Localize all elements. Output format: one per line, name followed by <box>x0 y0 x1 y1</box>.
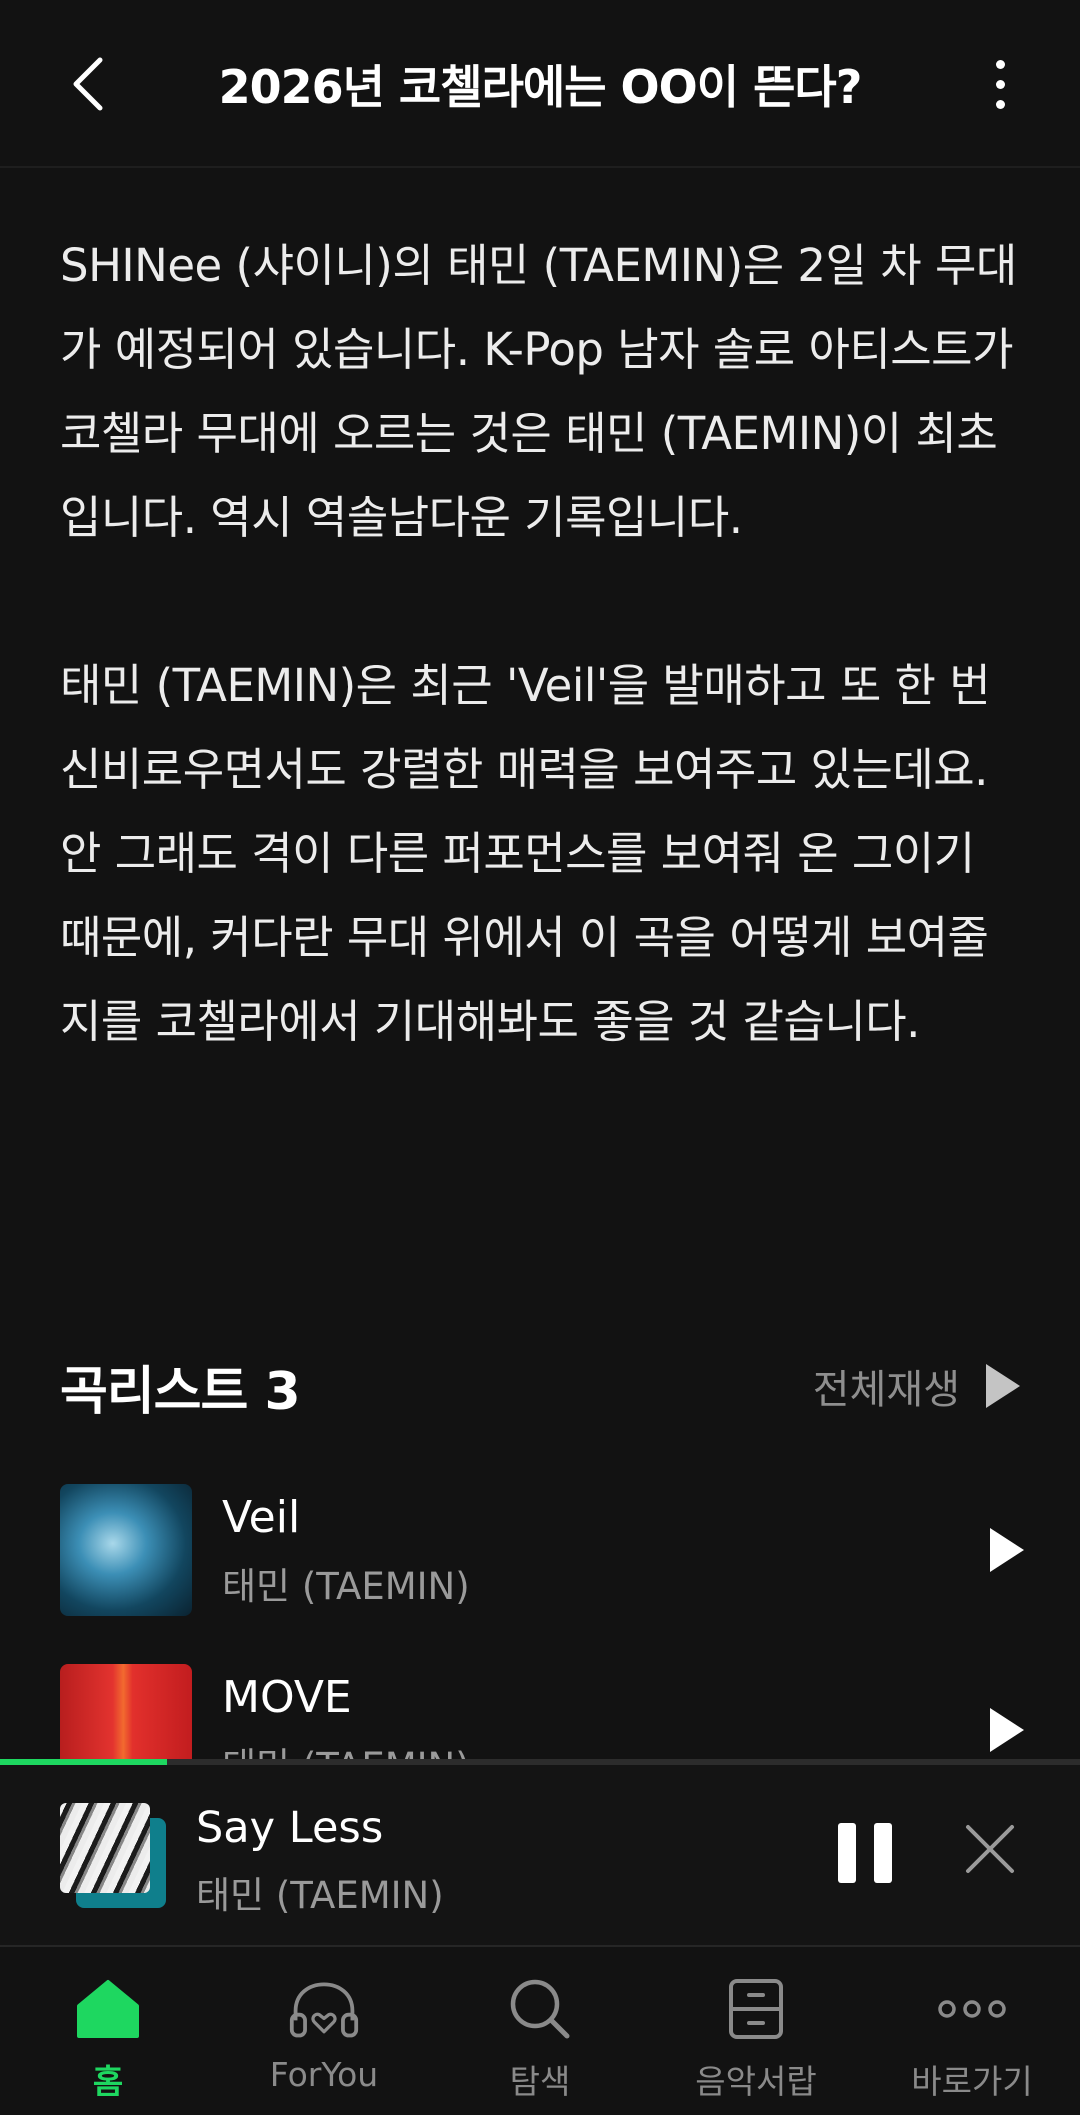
play-icon[interactable] <box>990 1528 1024 1572</box>
song-artist: 태민 (TAEMIN) <box>222 1736 470 1760</box>
songlist-header: 곡리스트 3 전체재생 <box>60 1346 1020 1426</box>
headphones-heart-icon <box>289 1982 359 2038</box>
mini-player[interactable]: Say Less 태민 (TAEMIN) <box>0 1765 1080 1947</box>
song-artist: 태민 (TAEMIN) <box>222 1565 470 1608</box>
close-icon <box>966 1825 1014 1873</box>
album-art <box>60 1484 192 1616</box>
drawer-icon <box>729 1979 783 2039</box>
play-all-button[interactable]: 전체재생 <box>813 1357 1020 1415</box>
nav-item-search[interactable]: 탐색 <box>432 1947 648 2115</box>
nav-label: 음악서랍 <box>695 2062 817 2101</box>
now-playing-artist: 태민 (TAEMIN) <box>196 1874 444 1917</box>
now-playing-title: Say Less <box>196 1803 384 1853</box>
nav-label: 바로가기 <box>911 2062 1033 2101</box>
nav-item-home[interactable]: 홈 <box>0 1947 216 2115</box>
article-paragraph: 태민 (TAEMIN)은 최근 'Veil'을 발매하고 또 한 번 신비로우면… <box>60 659 991 1048</box>
bottom-navigation: 홈 ForYou 탐색 음악서랍 바로가기 <box>0 1947 1080 2115</box>
close-player-button[interactable] <box>962 1821 1018 1877</box>
pause-icon <box>838 1823 856 1883</box>
play-icon[interactable] <box>990 1708 1024 1752</box>
nav-label: ForYou <box>269 2055 379 2094</box>
top-app-bar: 2026년 코첼라에는 OO이 뜬다? <box>0 0 1080 168</box>
play-all-label: 전체재생 <box>812 1367 960 1413</box>
song-row[interactable]: MOVE 태민 (TAEMIN) <box>0 1660 1080 1760</box>
nav-item-foryou[interactable]: ForYou <box>216 1947 432 2115</box>
article-body: SHINee (샤이니)의 태민 (TAEMIN)은 2일 차 무대가 예정되어… <box>60 224 1020 1064</box>
home-icon <box>77 1980 139 2038</box>
play-icon <box>986 1364 1020 1408</box>
song-title: Veil <box>222 1492 301 1543</box>
page-title: 2026년 코첼라에는 OO이 뜬다? <box>218 60 863 114</box>
chevron-left-icon <box>73 57 103 111</box>
back-button[interactable] <box>48 44 128 124</box>
song-row[interactable]: Veil 태민 (TAEMIN) <box>0 1480 1080 1616</box>
search-icon <box>510 1979 570 2039</box>
album-art <box>60 1803 150 1893</box>
nav-item-shortcuts[interactable]: 바로가기 <box>864 1947 1080 2115</box>
songlist-title: 곡리스트 3 <box>60 1361 301 1422</box>
nav-label: 탐색 <box>509 2062 571 2101</box>
nav-label: 홈 <box>92 2062 124 2101</box>
more-horizontal-icon <box>938 2000 1006 2018</box>
more-vertical-icon <box>995 59 1005 69</box>
song-title: MOVE <box>222 1672 352 1723</box>
nav-item-music-drawer[interactable]: 음악서랍 <box>648 1947 864 2115</box>
article-paragraph: SHINee (샤이니)의 태민 (TAEMIN)은 2일 차 무대가 예정되어… <box>60 239 1017 544</box>
song-list: Veil 태민 (TAEMIN) MOVE 태민 (TAEMIN) <box>0 1480 1080 1760</box>
pause-button[interactable] <box>838 1823 892 1883</box>
more-options-button[interactable] <box>960 44 1040 124</box>
album-art <box>60 1664 192 1760</box>
